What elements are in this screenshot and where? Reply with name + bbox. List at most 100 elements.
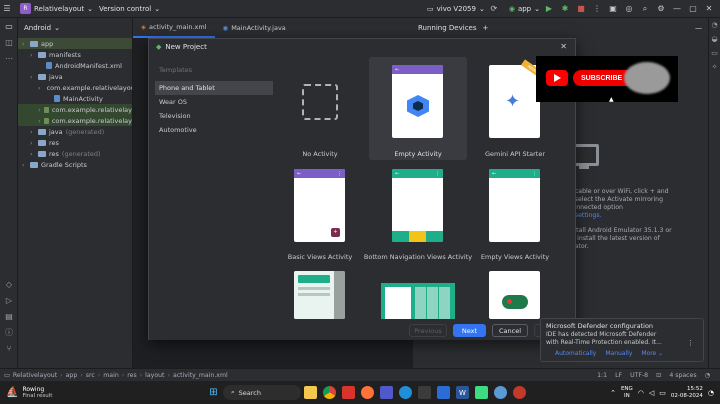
teams-icon[interactable] xyxy=(380,386,393,399)
camera-icon[interactable] xyxy=(418,386,431,399)
breadcrumb-item[interactable]: activity_main.xml xyxy=(173,372,228,379)
device-manager-icon[interactable]: ▣ xyxy=(606,2,620,16)
category-automotive[interactable]: Automotive xyxy=(155,123,273,137)
run-config-selector[interactable]: ◉ app ⌄ xyxy=(509,5,540,13)
tree-item[interactable]: › app xyxy=(18,38,132,49)
cursor-position[interactable]: 1:1 xyxy=(597,372,607,379)
category-television[interactable]: Television xyxy=(155,109,273,123)
hamburger-menu-icon[interactable]: ☰ xyxy=(0,2,14,16)
template-responsive-views[interactable] xyxy=(381,283,455,319)
profile-icon[interactable]: ◎ xyxy=(622,2,636,16)
project-switcher[interactable]: R Relativelayout ⌄ xyxy=(20,3,93,14)
device-explorer-icon[interactable]: ▭ xyxy=(709,46,720,60)
chevron-icon[interactable]: › xyxy=(38,106,41,114)
minimize-icon[interactable]: — xyxy=(670,2,684,16)
close-window-icon[interactable]: ✕ xyxy=(702,2,716,16)
language-indicator[interactable]: ENG IN xyxy=(621,386,633,400)
build-variants-icon[interactable]: ◇ xyxy=(0,276,18,292)
tree-item[interactable]: › com.example.relativelay xyxy=(18,115,132,126)
maximize-icon[interactable]: ▢ xyxy=(686,2,700,16)
breadcrumb-item[interactable]: res xyxy=(127,372,136,379)
gradle-icon[interactable]: ◒ xyxy=(709,32,720,46)
chevron-icon[interactable]: › xyxy=(30,150,35,158)
chevron-icon[interactable]: › xyxy=(38,84,41,92)
tree-item[interactable]: AndroidManifest.xml xyxy=(18,60,132,71)
chevron-icon[interactable]: › xyxy=(30,139,35,147)
sync-icon[interactable]: ⟳ xyxy=(487,2,501,16)
more-link[interactable]: More ⌄ xyxy=(641,350,663,357)
device-selector[interactable]: ▭ vivo V2059 ⌄ xyxy=(427,5,485,13)
editor-app-icon[interactable] xyxy=(437,386,450,399)
template-basic-views-activity[interactable]: ← ⋮ + xyxy=(294,169,345,242)
chevron-icon[interactable]: › xyxy=(22,161,27,169)
problems-icon[interactable]: ⓘ xyxy=(0,324,18,340)
memory-icon[interactable]: ◔ xyxy=(705,372,710,379)
template-gemini-api-starter[interactable]: ✦ xyxy=(489,65,540,138)
indent-setting[interactable]: 4 spaces xyxy=(669,372,696,379)
volume-icon[interactable]: ◁ xyxy=(649,389,654,397)
template-navigation-drawer[interactable] xyxy=(294,271,345,319)
tree-item[interactable]: › res xyxy=(18,137,132,148)
tree-item[interactable]: › com.example.relativelayout xyxy=(18,82,132,93)
terminal-icon[interactable]: ▤ xyxy=(0,308,18,324)
line-separator[interactable]: LF xyxy=(615,372,622,379)
tree-item[interactable]: › manifests xyxy=(18,49,132,60)
version-control-menu[interactable]: Version control ⌄ xyxy=(99,5,160,13)
notification-bell-icon[interactable]: ◔ xyxy=(708,389,714,397)
file-encoding[interactable]: UTF-8 xyxy=(630,372,648,379)
firefox-icon[interactable] xyxy=(361,386,374,399)
breadcrumb-item[interactable]: src xyxy=(86,372,95,379)
template-no-activity[interactable] xyxy=(275,65,365,161)
recorder-icon[interactable] xyxy=(513,386,526,399)
minimize-panel-icon[interactable]: — xyxy=(695,24,702,32)
clock[interactable]: 15:52 02-08-2024 xyxy=(671,386,703,400)
chevron-icon[interactable]: › xyxy=(38,117,41,125)
chevron-icon[interactable]: › xyxy=(30,128,35,136)
assistant-icon[interactable]: ✧ xyxy=(709,60,720,74)
tree-item[interactable]: › Gradle Scripts xyxy=(18,159,132,170)
tree-item[interactable]: › res (generated) xyxy=(18,148,132,159)
git-icon[interactable]: ⑂ xyxy=(0,340,18,356)
resource-manager-icon[interactable]: ◫ xyxy=(0,34,18,50)
edge-icon[interactable] xyxy=(399,386,412,399)
tree-item[interactable]: › com.example.relativelay xyxy=(18,104,132,115)
tab-main-activity-java[interactable]: ◉ MainActivity.java xyxy=(215,18,294,38)
settings-link[interactable]: g settings. xyxy=(569,212,672,220)
wifi-icon[interactable]: ◠ xyxy=(638,389,644,397)
project-tool-icon[interactable]: ▭ xyxy=(0,18,18,34)
file-explorer-icon[interactable] xyxy=(304,386,317,399)
weather-widget[interactable]: ⛵ Rowing Final result xyxy=(6,386,116,400)
previous-button[interactable]: Previous xyxy=(409,324,447,337)
add-device-icon[interactable]: + xyxy=(483,24,489,32)
word-icon[interactable]: W xyxy=(456,386,469,399)
breadcrumb-item[interactable]: app xyxy=(66,372,78,379)
taskbar-search[interactable]: ⌕ Search xyxy=(223,385,301,400)
readonly-icon[interactable]: ⊡ xyxy=(656,372,661,379)
template-empty-views-activity[interactable]: ← ⋮ xyxy=(489,169,540,242)
app-icon[interactable] xyxy=(494,386,507,399)
more-icon[interactable]: ⋮ xyxy=(590,2,604,16)
chevron-up-icon[interactable]: ⌃ xyxy=(610,389,616,397)
subscribe-overlay[interactable]: SUBSCRIBE ▲ xyxy=(536,56,678,103)
category-phone-tablet[interactable]: Phone and Tablet xyxy=(155,81,273,95)
chevron-icon[interactable]: › xyxy=(30,73,35,81)
debug-icon[interactable]: ✱ xyxy=(558,2,572,16)
manually-link[interactable]: Manually xyxy=(605,350,632,357)
search-icon[interactable]: ⌕ xyxy=(638,2,652,16)
battery-icon[interactable]: ▭ xyxy=(659,389,666,397)
template-game-activity[interactable] xyxy=(489,271,540,319)
run-tool-icon[interactable]: ▷ xyxy=(0,292,18,308)
tree-item[interactable]: MainActivity xyxy=(18,93,132,104)
chrome-icon[interactable] xyxy=(323,386,336,399)
breadcrumb-item[interactable]: layout xyxy=(145,372,164,379)
calendar-icon[interactable] xyxy=(342,386,355,399)
chevron-icon[interactable]: › xyxy=(30,51,35,59)
tree-item[interactable]: › java (generated) xyxy=(18,126,132,137)
breadcrumb-item[interactable]: main xyxy=(103,372,118,379)
cancel-button[interactable]: Cancel xyxy=(492,324,528,337)
windows-start-icon[interactable]: ⊞ xyxy=(207,386,220,399)
category-wear-os[interactable]: Wear OS xyxy=(155,95,273,109)
chevron-icon[interactable]: › xyxy=(22,40,27,48)
notifications-icon[interactable]: ◔ xyxy=(709,18,720,32)
breadcrumb-item[interactable]: Relativelayout xyxy=(13,372,57,379)
